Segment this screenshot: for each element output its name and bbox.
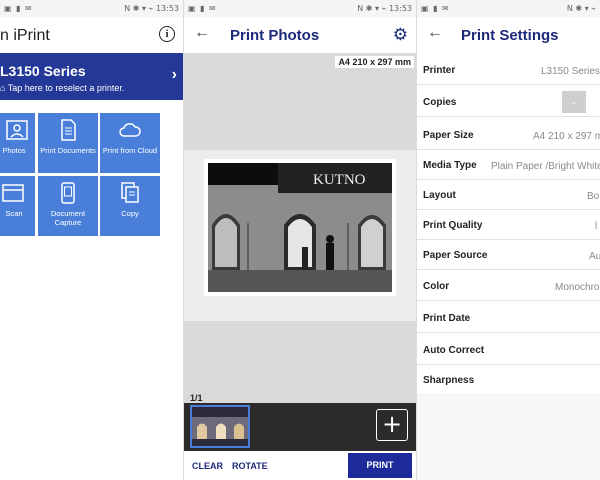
station-photo: KUTNO (208, 163, 392, 292)
page-title: Print Photos (230, 27, 320, 44)
tile-print-from-cloud[interactable]: Print from Cloud (100, 113, 160, 173)
tile-scan[interactable]: Scan (0, 176, 35, 236)
tile-label: Scan (5, 209, 23, 218)
setting-label: Sharpness (423, 375, 475, 386)
setting-row-layout[interactable]: Layout Bo (417, 180, 600, 210)
printer-hint: ⌂ Tap here to reselect a printer. (0, 83, 125, 93)
status-left-icons: ▣ ▮ ✉ (421, 4, 450, 13)
document-icon (61, 119, 76, 141)
app-title: n iPrint (0, 27, 50, 44)
setting-label: Color (423, 281, 450, 292)
chevron-right-icon: › (171, 66, 177, 83)
copy-icon (121, 182, 139, 203)
printer-name: L3150 Series (0, 63, 86, 79)
setting-label: Printer (423, 65, 456, 76)
setting-row-paper-source[interactable]: Paper Source Au (417, 240, 600, 270)
photo-preview[interactable]: KUTNO (204, 159, 396, 296)
setting-value: A4 210 x 297 mm (533, 131, 600, 142)
setting-label: Auto Correct (423, 345, 485, 356)
rotate-button[interactable]: ROTATE (232, 461, 268, 471)
status-left-icons: ▣ ▮ ✉ (188, 4, 217, 13)
print-settings-app-bar: ← Print Settings (417, 17, 600, 53)
settings-footer (417, 393, 600, 480)
tile-copy[interactable]: Copy (100, 176, 160, 236)
paper-size-label: A4 210 x 297 mm (335, 56, 414, 68)
tile-label: Photos (2, 146, 26, 155)
copies-decrement-button[interactable]: - (562, 91, 586, 113)
setting-value: L3150 Series (541, 66, 600, 77)
print-button[interactable]: PRINT (348, 453, 412, 478)
setting-value: Monochrome (555, 282, 600, 293)
info-icon[interactable]: i (159, 26, 175, 42)
back-arrow-icon[interactable]: ← (427, 24, 443, 42)
back-arrow-icon[interactable]: ← (194, 24, 210, 42)
setting-row-auto-correct[interactable]: Auto Correct (417, 335, 600, 365)
phone-camera-icon (61, 182, 75, 204)
status-bar: ▣ ▮ ✉ N ✱ ▾ ⌁ 13:53 (184, 0, 416, 17)
bottom-action-bar: CLEAR ROTATE PRINT (184, 451, 416, 480)
home-screen: ▣ ▮ ✉ N ✱ ▾ ⌁ 13:53 n iPrint i L3150 Ser… (0, 0, 183, 480)
status-bar: ▣ ▮ ✉ N ✱ ▾ ⌁ (417, 0, 600, 17)
setting-row-color[interactable]: Color Monochrome (417, 271, 600, 301)
status-right-icons: N ✱ ▾ ⌁ 13:53 (124, 4, 179, 13)
setting-row-copies: Copies - (417, 87, 600, 117)
setting-label: Print Quality (423, 220, 483, 231)
setting-label: Copies (423, 97, 457, 108)
photo-sign-text: KUTNO (313, 172, 366, 188)
setting-value: Bo (587, 191, 600, 202)
setting-label: Paper Size (423, 130, 474, 141)
setting-label: Layout (423, 190, 456, 201)
print-photos-screen: ▣ ▮ ✉ N ✱ ▾ ⌁ 13:53 ← Print Photos ⚙ A4 … (184, 0, 416, 480)
thumbnail-image (192, 407, 248, 446)
setting-row-paper-size[interactable]: Paper Size A4 210 x 297 mm (417, 120, 600, 150)
add-photo-button[interactable]: + (376, 409, 408, 441)
setting-label: Paper Source (423, 250, 488, 261)
tile-label: Copy (121, 209, 139, 218)
print-settings-screen: ▣ ▮ ✉ N ✱ ▾ ⌁ ← Print Settings Printer L… (417, 0, 600, 480)
status-bar: ▣ ▮ ✉ N ✱ ▾ ⌁ 13:53 (0, 0, 183, 17)
page-count: 1/1 (190, 393, 203, 403)
setting-row-print-date[interactable]: Print Date (417, 303, 600, 333)
status-right-icons: N ✱ ▾ ⌁ 13:53 (357, 4, 412, 13)
printer-select-banner[interactable]: L3150 Series ⌂ Tap here to reselect a pr… (0, 53, 183, 100)
setting-row-media-type[interactable]: Media Type Plain Paper /Bright White (417, 150, 600, 180)
paper-sheet: KUTNO (184, 150, 416, 321)
status-left-icons: ▣ ▮ ✉ (4, 4, 33, 13)
tile-photos[interactable]: Photos (0, 113, 35, 173)
print-photos-app-bar: ← Print Photos ⚙ (184, 17, 416, 53)
gear-icon[interactable]: ⚙ (393, 25, 408, 45)
setting-value: Plain Paper /Bright White (491, 161, 600, 172)
setting-label: Print Date (423, 313, 471, 324)
setting-label: Media Type (423, 160, 477, 171)
photo-thumbnail[interactable] (190, 405, 250, 448)
cloud-icon (119, 123, 141, 137)
setting-value: l (595, 221, 598, 232)
print-preview-area: A4 210 x 297 mm KUTNO 1/1 (184, 53, 416, 403)
scan-icon (2, 184, 24, 202)
setting-value: Au (589, 251, 600, 262)
setting-row-printer[interactable]: Printer L3150 Series (417, 55, 600, 85)
thumbnail-strip: + (184, 403, 416, 451)
tile-label: Print Documents (40, 146, 96, 155)
tile-label: Print from Cloud (102, 146, 158, 155)
tile-label: Document Capture (50, 209, 86, 227)
setting-row-print-quality[interactable]: Print Quality l (417, 210, 600, 240)
photo-icon (6, 120, 28, 140)
home-app-bar: n iPrint i (0, 17, 183, 53)
status-right-icons: N ✱ ▾ ⌁ (566, 4, 596, 13)
clear-button[interactable]: CLEAR (192, 461, 223, 471)
page-title: Print Settings (461, 27, 559, 44)
home-icon: ⌂ (0, 83, 8, 93)
tile-document-capture[interactable]: Document Capture (38, 176, 98, 236)
tile-print-documents[interactable]: Print Documents (38, 113, 98, 173)
setting-row-sharpness[interactable]: Sharpness (417, 365, 600, 395)
